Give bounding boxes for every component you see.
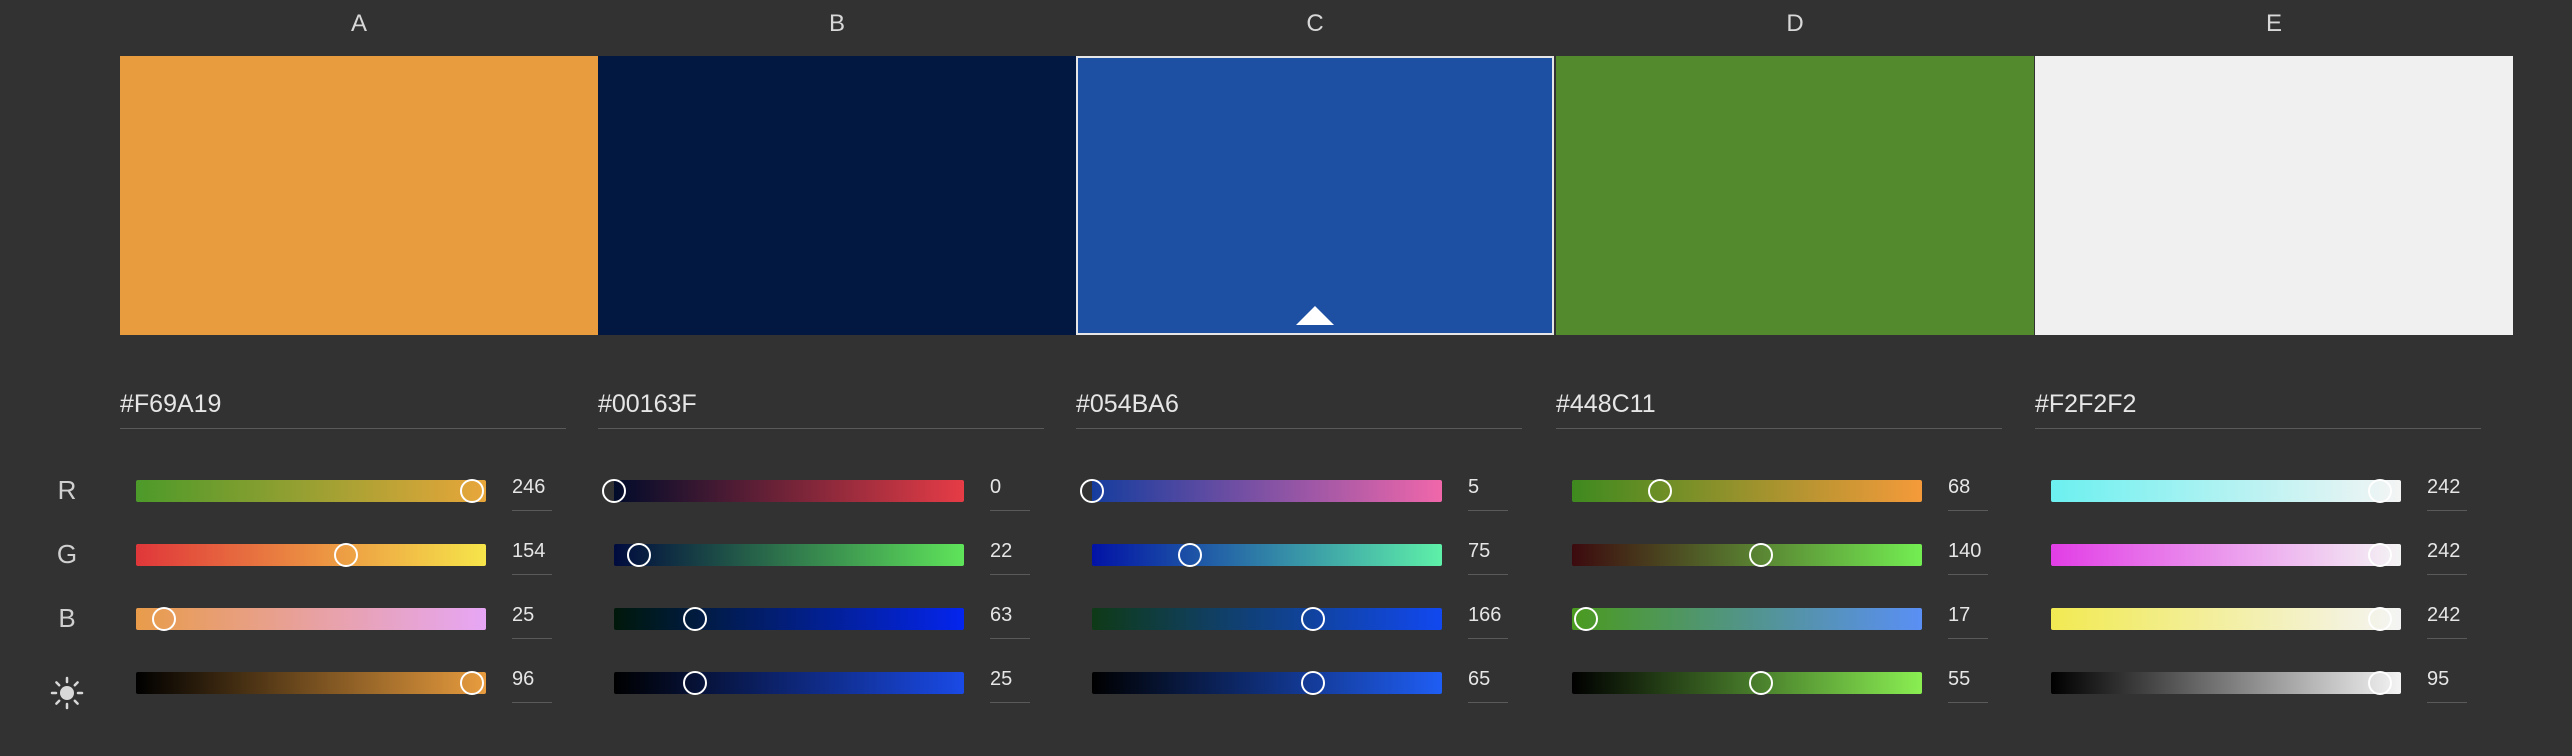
column-letter-d: D: [1786, 10, 1804, 37]
red-slider-d[interactable]: [1572, 479, 1922, 503]
green-slider-thumb[interactable]: [1178, 543, 1202, 567]
brightness-value-e[interactable]: 95: [2427, 668, 2467, 703]
green-slider-a[interactable]: [136, 543, 486, 567]
column-letter-a: A: [350, 10, 367, 37]
selected-caret-icon: [1296, 306, 1334, 325]
column-letter-e: E: [2265, 10, 2282, 37]
red-value-b[interactable]: 0: [990, 476, 1030, 511]
brightness-value-a[interactable]: 96: [512, 668, 552, 703]
blue-slider-e[interactable]: [2051, 607, 2401, 631]
red-slider-thumb[interactable]: [602, 479, 626, 503]
blue-slider-thumb[interactable]: [2368, 607, 2392, 631]
color-swatch-d[interactable]: [1556, 56, 2034, 335]
red-slider-thumb[interactable]: [2368, 479, 2392, 503]
green-slider-d[interactable]: [1572, 543, 1922, 567]
hex-input-d[interactable]: #448C11: [1556, 390, 2002, 429]
row-label-b: B: [58, 603, 76, 633]
red-value-d[interactable]: 68: [1948, 476, 1988, 511]
green-value-a[interactable]: 154: [512, 540, 552, 575]
blue-slider-thumb[interactable]: [1574, 607, 1598, 631]
column-letter-c: C: [1306, 10, 1324, 37]
red-slider-thumb[interactable]: [1647, 479, 1672, 503]
sun-icon: [50, 676, 84, 710]
blue-slider-a[interactable]: [136, 607, 486, 631]
blue-value-e[interactable]: 242: [2427, 604, 2467, 639]
brightness-value-c[interactable]: 65: [1468, 668, 1508, 703]
red-value-a[interactable]: 246: [512, 476, 552, 511]
color-swatch-a[interactable]: [120, 56, 598, 335]
blue-slider-thumb[interactable]: [1300, 607, 1325, 631]
brightness-slider-thumb[interactable]: [682, 671, 707, 695]
red-value-e[interactable]: 242: [2427, 476, 2467, 511]
brightness-slider-thumb[interactable]: [1300, 671, 1325, 695]
green-slider-c[interactable]: [1092, 543, 1442, 567]
brightness-value-b[interactable]: 25: [990, 668, 1030, 703]
blue-value-b[interactable]: 63: [990, 604, 1030, 639]
green-slider-e[interactable]: [2051, 543, 2401, 567]
brightness-slider-c[interactable]: [1092, 671, 1442, 695]
color-swatch-c[interactable]: [1076, 56, 1554, 335]
green-value-e[interactable]: 242: [2427, 540, 2467, 575]
row-label-g: G: [56, 539, 78, 569]
red-slider-c[interactable]: [1080, 479, 1442, 503]
blue-value-a[interactable]: 25: [512, 604, 552, 639]
brightness-slider-thumb[interactable]: [1749, 671, 1773, 695]
green-value-b[interactable]: 22: [990, 540, 1030, 575]
hex-input-c[interactable]: #054BA6: [1076, 390, 1522, 429]
column-letter-b: B: [828, 10, 845, 37]
red-slider-b[interactable]: [602, 479, 964, 503]
blue-slider-d[interactable]: [1572, 607, 1922, 631]
green-slider-thumb[interactable]: [626, 543, 651, 567]
color-swatch-b[interactable]: [598, 56, 1076, 335]
hex-input-e[interactable]: #F2F2F2: [2035, 390, 2481, 429]
green-slider-b[interactable]: [614, 543, 964, 567]
brightness-slider-e[interactable]: [2051, 671, 2401, 695]
hex-input-b[interactable]: #00163F: [598, 390, 1044, 429]
brightness-value-d[interactable]: 55: [1948, 668, 1988, 703]
blue-value-c[interactable]: 166: [1468, 604, 1508, 639]
brightness-slider-d[interactable]: [1572, 671, 1922, 695]
brightness-slider-thumb[interactable]: [460, 671, 484, 695]
color-swatch-e[interactable]: [2035, 56, 2513, 335]
green-slider-thumb[interactable]: [334, 543, 358, 567]
red-slider-a[interactable]: [136, 479, 486, 503]
green-value-d[interactable]: 140: [1948, 540, 1988, 575]
blue-value-d[interactable]: 17: [1948, 604, 1988, 639]
blue-slider-c[interactable]: [1092, 607, 1442, 631]
green-value-c[interactable]: 75: [1468, 540, 1508, 575]
brightness-slider-b[interactable]: [614, 671, 964, 695]
blue-slider-thumb[interactable]: [152, 607, 176, 631]
green-slider-thumb[interactable]: [1749, 543, 1773, 567]
blue-slider-b[interactable]: [614, 607, 964, 631]
red-slider-thumb[interactable]: [460, 479, 484, 503]
red-slider-thumb[interactable]: [1080, 479, 1104, 503]
red-slider-e[interactable]: [2051, 479, 2401, 503]
green-slider-thumb[interactable]: [2368, 543, 2392, 567]
row-label-r: R: [57, 475, 77, 505]
hex-input-a[interactable]: #F69A19: [120, 390, 566, 429]
blue-slider-thumb[interactable]: [682, 607, 707, 631]
red-value-c[interactable]: 5: [1468, 476, 1508, 511]
brightness-slider-thumb[interactable]: [2368, 671, 2392, 695]
brightness-slider-a[interactable]: [136, 671, 486, 695]
